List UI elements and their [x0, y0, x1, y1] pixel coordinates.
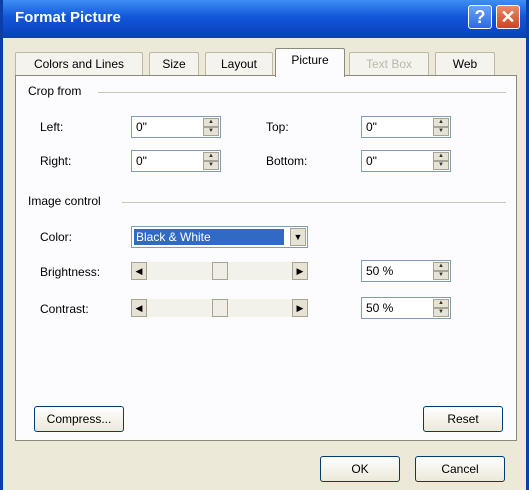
- window-title: Format Picture: [15, 9, 121, 26]
- crop-right-spinner[interactable]: ▲ ▼: [203, 152, 219, 170]
- crop-bottom-label: Bottom:: [266, 154, 308, 168]
- crop-top-field[interactable]: 0" ▲ ▼: [361, 116, 451, 138]
- spin-down-icon[interactable]: ▼: [433, 308, 449, 317]
- spin-up-icon[interactable]: ▲: [433, 118, 449, 127]
- spin-down-icon[interactable]: ▼: [203, 161, 219, 170]
- crop-left-label: Left:: [40, 120, 64, 134]
- crop-bottom-value: 0": [366, 154, 377, 168]
- compress-button[interactable]: Compress...: [34, 406, 124, 432]
- image-control-heading: Image control: [28, 194, 101, 208]
- crop-left-value: 0": [136, 120, 147, 134]
- spin-down-icon[interactable]: ▼: [203, 127, 219, 136]
- chevron-down-icon[interactable]: ▼: [290, 228, 306, 246]
- color-label: Color:: [40, 230, 73, 244]
- format-picture-dialog: Format Picture ? ✕ Colors and Lines Size…: [0, 0, 529, 490]
- spin-up-icon[interactable]: ▲: [203, 118, 219, 127]
- crop-divider: [98, 92, 506, 93]
- spin-down-icon[interactable]: ▼: [433, 127, 449, 136]
- contrast-slider[interactable]: ◀ ▶: [131, 299, 308, 317]
- brightness-slider[interactable]: ◀ ▶: [131, 262, 308, 280]
- slider-left-arrow-icon[interactable]: ◀: [131, 299, 147, 317]
- crop-right-value: 0": [136, 154, 147, 168]
- crop-bottom-field[interactable]: 0" ▲ ▼: [361, 150, 451, 172]
- spin-up-icon[interactable]: ▲: [433, 262, 449, 271]
- tab-text-box: Text Box: [349, 52, 429, 76]
- crop-left-spinner[interactable]: ▲ ▼: [203, 118, 219, 136]
- spin-up-icon[interactable]: ▲: [203, 152, 219, 161]
- close-icon: ✕: [500, 7, 516, 27]
- contrast-field[interactable]: 50 % ▲ ▼: [361, 297, 451, 319]
- help-icon: ?: [474, 7, 486, 27]
- slider-right-arrow-icon[interactable]: ▶: [292, 299, 308, 317]
- tab-picture[interactable]: Picture: [275, 48, 345, 77]
- crop-top-spinner[interactable]: ▲ ▼: [433, 118, 449, 136]
- brightness-spinner[interactable]: ▲ ▼: [433, 262, 449, 280]
- color-dropdown[interactable]: Black & White ▼: [131, 226, 308, 248]
- spin-up-icon[interactable]: ▲: [433, 299, 449, 308]
- crop-top-label: Top:: [266, 120, 289, 134]
- tab-web[interactable]: Web: [435, 52, 495, 76]
- slider-right-arrow-icon[interactable]: ▶: [292, 262, 308, 280]
- crop-left-field[interactable]: 0" ▲ ▼: [131, 116, 221, 138]
- contrast-slider-thumb[interactable]: [211, 299, 228, 317]
- help-button[interactable]: ?: [468, 5, 492, 29]
- ok-button[interactable]: OK: [320, 456, 400, 482]
- tab-layout[interactable]: Layout: [205, 52, 273, 76]
- brightness-slider-thumb[interactable]: [211, 262, 228, 280]
- crop-from-heading: Crop from: [28, 84, 82, 98]
- spin-up-icon[interactable]: ▲: [433, 152, 449, 161]
- tab-colors-and-lines[interactable]: Colors and Lines: [15, 52, 143, 76]
- picture-tab-panel: Crop from Left: 0" ▲ ▼ Top: 0" ▲ ▼ Right: …: [15, 75, 517, 441]
- tab-strip: Colors and Lines Size Layout Picture Tex…: [15, 48, 517, 77]
- reset-button[interactable]: Reset: [423, 406, 503, 432]
- spin-down-icon[interactable]: ▼: [433, 161, 449, 170]
- spin-down-icon[interactable]: ▼: [433, 271, 449, 280]
- cancel-button[interactable]: Cancel: [415, 456, 505, 482]
- dialog-footer: OK Cancel: [3, 447, 526, 490]
- image-control-divider: [122, 202, 506, 203]
- color-selected-value: Black & White: [134, 229, 284, 245]
- contrast-label: Contrast:: [40, 302, 89, 316]
- contrast-spinner[interactable]: ▲ ▼: [433, 299, 449, 317]
- crop-right-field[interactable]: 0" ▲ ▼: [131, 150, 221, 172]
- brightness-value: 50 %: [366, 264, 394, 278]
- tab-size[interactable]: Size: [149, 52, 199, 76]
- title-bar: Format Picture ? ✕: [3, 0, 526, 38]
- crop-right-label: Right:: [40, 154, 72, 168]
- crop-bottom-spinner[interactable]: ▲ ▼: [433, 152, 449, 170]
- crop-top-value: 0": [366, 120, 377, 134]
- contrast-value: 50 %: [366, 301, 394, 315]
- brightness-field[interactable]: 50 % ▲ ▼: [361, 260, 451, 282]
- close-button[interactable]: ✕: [496, 5, 520, 29]
- brightness-label: Brightness:: [40, 265, 101, 279]
- slider-left-arrow-icon[interactable]: ◀: [131, 262, 147, 280]
